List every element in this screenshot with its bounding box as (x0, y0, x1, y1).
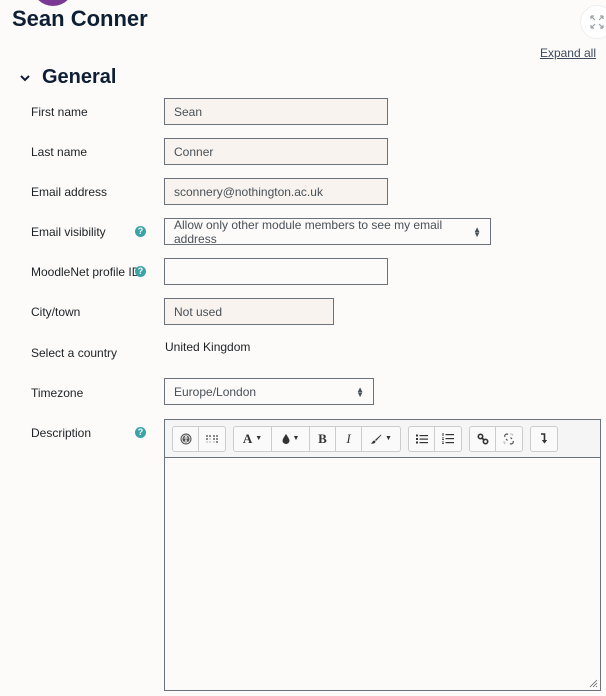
caret-down-icon: ▼ (292, 435, 300, 442)
toolbar-group-lists (408, 425, 462, 452)
description-label: Description (31, 426, 92, 440)
caret-down-icon: ▼ (255, 435, 263, 442)
help-icon[interactable]: ? (135, 427, 146, 438)
chevron-down-icon (20, 74, 30, 81)
level-down-icon (541, 433, 548, 444)
help-icon[interactable]: ? (135, 266, 146, 277)
editor-toolbar: A ▼ ▼ B I ▼ (165, 420, 600, 458)
select-arrows-icon: ▲ ▼ (473, 224, 481, 239)
resize-handle-icon[interactable] (589, 679, 598, 688)
email-label: Email address (31, 185, 108, 199)
timezone-label: Timezone (31, 386, 84, 400)
unlink-button[interactable] (496, 427, 522, 451)
caret-down-icon: ▼ (385, 435, 392, 442)
first-name-field[interactable]: Sean (164, 98, 388, 125)
font-style-dropdown[interactable]: A ▼ (234, 426, 272, 451)
toolbar-group-style: A ▼ ▼ B I ▼ (233, 425, 401, 452)
accessibility-checker-button[interactable] (173, 426, 199, 451)
styles-dropdown[interactable]: ▼ (362, 427, 400, 451)
timezone-value: Europe/London (174, 384, 257, 399)
moodlenet-profile-input[interactable] (164, 258, 388, 285)
first-name-label: First name (31, 105, 88, 119)
section-general-toggle[interactable]: General (18, 66, 116, 89)
expand-arrows-icon (590, 15, 604, 29)
link-icon (476, 432, 489, 445)
italic-icon: I (346, 430, 351, 446)
bullet-list-icon (415, 434, 428, 443)
braille-icon (206, 434, 218, 443)
moodlenet-label: MoodleNet profile ID (31, 265, 141, 279)
email-visibility-select[interactable]: Allow only other module members to see m… (164, 217, 491, 246)
email-visibility-label: Email visibility (31, 225, 106, 239)
numbered-list-icon (442, 433, 454, 444)
country-label: Select a country (31, 346, 118, 360)
color-drop-icon (282, 433, 290, 444)
page-title: Sean Conner (12, 6, 148, 31)
unordered-list-button[interactable] (409, 426, 435, 451)
country-value: United Kingdom (165, 340, 251, 354)
toolbar-group-links (469, 425, 523, 452)
select-arrows-icon: ▲ ▼ (356, 384, 364, 399)
description-editor[interactable]: A ▼ ▼ B I ▼ (164, 419, 601, 691)
font-icon: A (242, 430, 253, 446)
editor-content-area[interactable] (165, 458, 600, 688)
bold-button[interactable]: B (310, 426, 336, 451)
help-icon[interactable]: ? (135, 226, 146, 237)
section-title: General (42, 66, 117, 88)
paintbrush-icon (370, 434, 382, 444)
toolbar-group-expand (530, 425, 558, 452)
link-button[interactable] (470, 426, 496, 451)
show-more-buttons-button[interactable] (531, 427, 557, 451)
text-color-dropdown[interactable]: ▼ (272, 426, 310, 451)
fullscreen-toggle-button[interactable] (580, 5, 606, 39)
last-name-field[interactable]: Conner (164, 138, 388, 165)
last-name-label: Last name (31, 145, 88, 159)
screenreader-helper-button[interactable] (199, 427, 225, 451)
timezone-select[interactable]: Europe/London ▲ ▼ (164, 378, 374, 405)
ordered-list-button[interactable] (435, 427, 461, 451)
email-visibility-value: Allow only other module members to see m… (174, 217, 443, 246)
city-label: City/town (31, 305, 81, 319)
unlink-icon (503, 432, 514, 444)
italic-button[interactable]: I (336, 426, 362, 451)
toolbar-group-accessibility (172, 425, 226, 452)
expand-all-link[interactable]: Expand all (540, 46, 596, 60)
accessibility-icon (180, 433, 191, 444)
email-field[interactable]: sconnery@nothington.ac.uk (164, 178, 388, 205)
city-field[interactable]: Not used (164, 298, 334, 325)
bold-icon: B (318, 430, 327, 446)
